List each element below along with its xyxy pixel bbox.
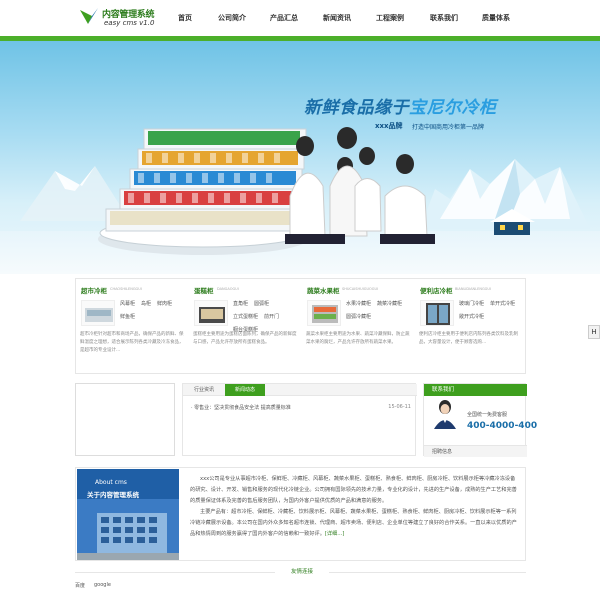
banner-headline-b: 宝尼尔冷柜 bbox=[409, 98, 497, 118]
product-title[interactable]: 便利店冷柜 bbox=[420, 285, 453, 295]
tab-industry-news[interactable]: 行业资讯 bbox=[187, 384, 221, 396]
product-desc: 超市冷柜针对超市和商场产品，确保产品的新鲜、保鲜温度之理想，适合展示陈列各类冷藏… bbox=[80, 332, 184, 353]
banner-headline-a: 新鲜食品缘于 bbox=[304, 98, 409, 118]
product-link[interactable]: 圆弧柜 bbox=[254, 298, 269, 311]
product-link[interactable]: 鲜肉柜 bbox=[157, 298, 172, 311]
nav-item-quality[interactable]: 质量体系 bbox=[482, 13, 510, 23]
page: 内容管理系统 easy cms v1.0 首页 公司简介 产品汇总 新闻资讯 工… bbox=[0, 0, 600, 600]
product-links: 风幕柜 岛柜 鲜肉柜鲜鱼柜 bbox=[120, 298, 186, 324]
service-agent-icon bbox=[434, 400, 456, 429]
product-link[interactable]: 直角柜 bbox=[233, 298, 248, 311]
product-link[interactable]: 水果冷藏柜 bbox=[346, 298, 371, 311]
hotline-label: 全国统一免费客服 bbox=[467, 412, 508, 418]
nav-item-contact[interactable]: 联系我们 bbox=[430, 13, 458, 23]
about-section: About cms 关于内容管理系统 xxx公司是专业从事超市冷柜、保鲜柜、冷藏… bbox=[75, 467, 526, 561]
logo[interactable]: 内容管理系统 easy cms v1.0 bbox=[78, 6, 163, 32]
about-image[interactable]: About cms 关于内容管理系统 bbox=[77, 469, 179, 560]
product-category: 蛋糕柜 DANGAOGUI 直角柜 圆弧柜立式蛋糕柜 前开门橱台蛋糕柜 蛋糕柜主要用… bbox=[189, 279, 301, 375]
nav-item-news[interactable]: 新闻资讯 bbox=[323, 13, 351, 23]
friend-link[interactable]: google bbox=[94, 582, 111, 588]
product-link[interactable]: 敞开式冷柜 bbox=[459, 311, 484, 324]
product-link[interactable]: 玻璃门冷柜 bbox=[459, 298, 484, 311]
recruitment-link[interactable]: 招聘信息 bbox=[424, 445, 527, 457]
nav-item-about[interactable]: 公司简介 bbox=[218, 13, 246, 23]
product-title[interactable]: 蛋糕柜 bbox=[194, 285, 214, 295]
family-graphic bbox=[285, 127, 435, 244]
about-text: xxx公司是专业从事超市冷柜、保鲜柜、冷藏柜、风幕柜、蔬菜水果柜、蛋糕柜、熟食柜… bbox=[190, 474, 520, 540]
product-image[interactable] bbox=[81, 300, 115, 326]
building-graphic bbox=[77, 499, 179, 560]
product-link[interactable]: 蔬菜冷藏柜 bbox=[377, 298, 402, 311]
nav-item-home[interactable]: 首页 bbox=[178, 13, 192, 23]
product-link[interactable]: 前开门 bbox=[264, 311, 279, 324]
product-image[interactable] bbox=[307, 300, 341, 326]
contact-panel: 联系我们 全国统一免费客服 400-4000-400 招聘信息 bbox=[423, 383, 537, 457]
tab-company-news[interactable]: 新闻动态 bbox=[225, 384, 265, 396]
news-title[interactable]: · 零售业：坚决贯彻食品安全法 提高质量标准 bbox=[191, 405, 291, 411]
banner-slogan: 打造中国商用冷柜第一品牌 bbox=[412, 124, 485, 131]
logo-leaf-icon bbox=[80, 8, 98, 24]
product-title[interactable]: 超市冷柜 bbox=[81, 285, 107, 295]
about-more-link[interactable]: [详细...] bbox=[325, 531, 344, 537]
banner-headline: 新鲜食品缘于宝尼尔冷柜 bbox=[304, 93, 497, 118]
product-category: 超市冷柜 CHAOSHILENGGUI 风幕柜 岛柜 鲜肉柜鲜鱼柜 超市冷柜针对超市… bbox=[76, 279, 188, 375]
main-nav: 首页 公司简介 产品汇总 新闻资讯 工程案例 联系我们 质量体系 bbox=[165, 0, 525, 36]
about-paragraph: 主要产品有：超市冷柜、保鲜柜、冷藏柜、饮料展示柜、风幕柜、蔬菜水果柜、蛋糕柜、熟… bbox=[190, 507, 520, 540]
product-link[interactable]: 圆弧冷藏柜 bbox=[346, 311, 371, 324]
side-float-tab[interactable]: H bbox=[588, 325, 600, 339]
product-link[interactable]: 立式蛋糕柜 bbox=[233, 311, 258, 324]
product-image[interactable] bbox=[194, 300, 228, 326]
header: 内容管理系统 easy cms v1.0 首页 公司简介 产品汇总 新闻资讯 工… bbox=[0, 0, 600, 36]
friend-link[interactable]: 百度 bbox=[75, 582, 85, 589]
product-pinyin: BIANLIDIANLENGGUI bbox=[455, 287, 491, 291]
news-tabs: 行业资讯 新闻动态 bbox=[183, 384, 417, 396]
news-panel: 行业资讯 新闻动态 · 零售业：坚决贯彻食品安全法 提高质量标准 15-06-1… bbox=[182, 383, 417, 456]
product-pinyin: CHAOSHILENGGUI bbox=[110, 287, 142, 291]
product-title[interactable]: 蔬菜水果柜 bbox=[307, 285, 340, 295]
about-paragraph-text: 主要产品有：超市冷柜、保鲜柜、冷藏柜、饮料展示柜、风幕柜、蔬菜水果柜、蛋糕柜、熟… bbox=[190, 509, 517, 537]
product-pinyin: SHUCAISHUIGUOGUI bbox=[342, 287, 379, 291]
banner-brand: xxx品牌 bbox=[375, 122, 403, 130]
friend-links-title: 友情连接 bbox=[275, 567, 329, 577]
product-links: 水果冷藏柜 蔬菜冷藏柜圆弧冷藏柜 bbox=[346, 298, 412, 324]
product-links: 玻璃门冷柜 单开式冷柜敞开式冷柜 bbox=[459, 298, 525, 324]
product-link[interactable]: 岛柜 bbox=[141, 298, 151, 311]
nav-item-products[interactable]: 产品汇总 bbox=[270, 13, 298, 23]
about-paragraph: xxx公司是专业从事超市冷柜、保鲜柜、冷藏柜、风幕柜、蔬菜水果柜、蛋糕柜、熟食柜… bbox=[190, 476, 517, 504]
product-category: 蔬菜水果柜 SHUCAISHUIGUOGUI 水果冷藏柜 蔬菜冷藏柜圆弧冷藏柜 蔬… bbox=[302, 279, 414, 375]
hotline-number: 400-4000-400 bbox=[467, 421, 538, 431]
product-desc: 蛋糕柜主要用途为蛋糕店面陈列，确保产品的新鲜度与口感，产品允许存放所有蛋糕食品。 bbox=[193, 332, 297, 345]
logo-subtitle: easy cms v1.0 bbox=[104, 19, 155, 27]
product-pinyin: DANGAOGUI bbox=[217, 287, 239, 291]
product-categories: 超市冷柜 CHAOSHILENGGUI 风幕柜 岛柜 鲜肉柜鲜鱼柜 超市冷柜针对超市… bbox=[75, 278, 526, 374]
nav-item-cases[interactable]: 工程案例 bbox=[376, 13, 404, 23]
about-title-cn: 关于内容管理系统 bbox=[87, 491, 139, 499]
product-desc: 便利店冷柜主要用于便利店内陈列各类饮料及乳制品，大容量设计，便于顾客选购... bbox=[419, 332, 518, 345]
product-image[interactable] bbox=[420, 300, 454, 326]
banner[interactable]: 新鲜食品缘于宝尼尔冷柜 xxx品牌 打造中国商用冷柜第一品牌 bbox=[0, 41, 600, 274]
about-title-en: About cms bbox=[95, 479, 127, 486]
house-graphic bbox=[490, 209, 535, 235]
product-link[interactable]: 鲜鱼柜 bbox=[120, 311, 135, 324]
product-link[interactable]: 风幕柜 bbox=[120, 298, 135, 311]
news-date: 15-06-11 bbox=[388, 404, 411, 410]
product-link[interactable]: 单开式冷柜 bbox=[490, 298, 515, 311]
product-desc: 蔬菜水果柜主要用途为水果、蔬菜冷藏保鲜，防止蔬菜水果的腐烂，产品允许存放所有蔬菜… bbox=[306, 332, 410, 345]
image-placeholder[interactable] bbox=[75, 383, 175, 456]
contact-heading: 联系我们 bbox=[424, 384, 527, 396]
news-item[interactable]: · 零售业：坚决贯彻食品安全法 提高质量标准 15-06-11 bbox=[191, 404, 411, 412]
product-category: 便利店冷柜 BIANLIDIANLENGGUI 玻璃门冷柜 单开式冷柜敞开式冷柜 … bbox=[415, 279, 527, 375]
